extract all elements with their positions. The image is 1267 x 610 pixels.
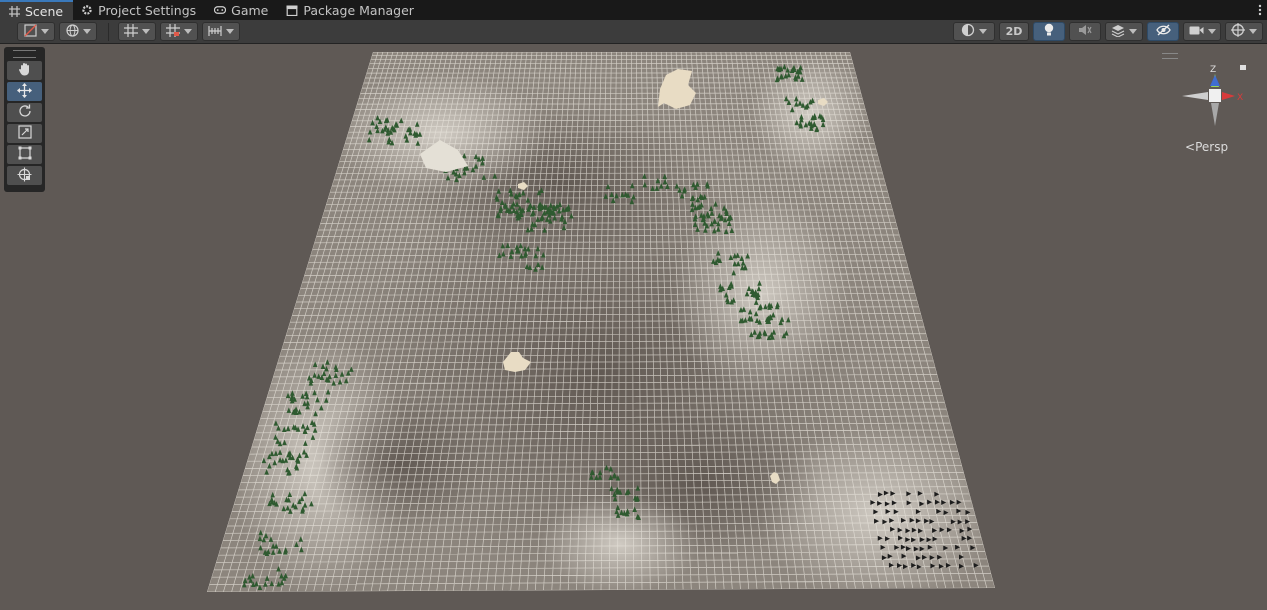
tab-scene[interactable]: Scene [0,0,74,20]
scene-viewport[interactable] [0,44,1267,610]
grid-snap-dropdown[interactable] [118,22,156,41]
2d-toggle-button[interactable]: 2D [999,22,1029,41]
gizmo-x-label: X [1237,93,1243,103]
gizmo-x-axis[interactable] [1222,92,1235,100]
grid-icon [8,5,20,17]
draw-mode-dropdown[interactable] [17,22,55,41]
tab-project-settings-label: Project Settings [98,2,197,18]
grid-snap-icon [124,23,138,40]
tab-project-settings[interactable]: Project Settings [73,0,206,20]
scene-toolbar: 2D [0,20,1267,44]
lighting-toggle-button[interactable] [1033,22,1065,41]
window-tab-bar: Scene Project Settings Game Package Mana… [0,0,1267,20]
2d-toggle-label: 2D [1005,25,1023,38]
toolbar-separator [108,23,109,41]
rect-tool-icon [18,146,32,163]
scale-tool-button[interactable] [7,124,42,143]
camera-icon [1189,25,1204,39]
projection-toggle[interactable]: <Persp [1185,140,1228,154]
audio-icon [1078,24,1092,39]
gizmos-dropdown[interactable] [1225,22,1263,41]
hand-icon [18,62,32,79]
gizmo-lock-icon[interactable] [1240,65,1246,70]
hand-tool-button[interactable] [7,61,42,80]
increment-snap-icon [166,23,180,40]
rect-tool-button[interactable] [7,145,42,164]
effects-icon [1111,24,1125,40]
ruler-icon [208,24,222,40]
chevron-left-icon: < [1185,140,1196,154]
move-icon [17,82,32,101]
scene-visibility-toggle[interactable] [1147,22,1179,41]
gizmo-neg-x-axis[interactable] [1182,92,1208,100]
lighting-icon [1043,23,1055,40]
rotate-icon [18,104,32,121]
tab-game-label: Game [231,2,269,18]
tab-game[interactable]: Game [206,0,278,20]
camera-dropdown[interactable] [1183,22,1221,41]
global-icon [65,23,79,40]
gizmo-z-axis[interactable] [1210,75,1220,86]
gizmo-center-cube[interactable] [1209,89,1221,102]
tab-scene-label: Scene [25,3,64,19]
package-icon [286,4,298,16]
move-tool-button[interactable] [7,82,42,101]
tools-grip-handle[interactable] [13,50,36,58]
audio-toggle-button[interactable] [1069,22,1101,41]
projection-label: Persp [1195,140,1229,154]
gamepad-icon [214,4,227,16]
scale-icon [17,125,32,142]
shading-mode-dropdown[interactable] [953,22,995,41]
orientation-gizmo[interactable]: Z X [1180,60,1250,130]
tab-package-manager[interactable]: Package Manager [278,0,424,20]
transform-icon [17,167,32,185]
shading-mode-icon [961,23,975,40]
gizmo-z-label: Z [1210,65,1216,75]
rotate-tool-button[interactable] [7,103,42,122]
gizmos-icon [1231,23,1245,40]
transform-tool-button[interactable] [7,166,42,185]
increment-snap-dropdown[interactable] [160,22,198,41]
tab-package-manager-label: Package Manager [303,2,414,18]
global-local-dropdown[interactable] [59,22,97,41]
scene-visibility-icon [1155,24,1171,39]
draw-mode-icon [23,23,37,40]
gear-icon [81,4,93,16]
ruler-dropdown[interactable] [202,22,240,41]
effects-dropdown[interactable] [1105,22,1143,41]
tools-palette [4,47,45,192]
terrain-view[interactable] [0,44,1267,610]
more-options-icon[interactable] [1253,0,1267,20]
gizmo-drag-handle[interactable] [1162,53,1178,59]
